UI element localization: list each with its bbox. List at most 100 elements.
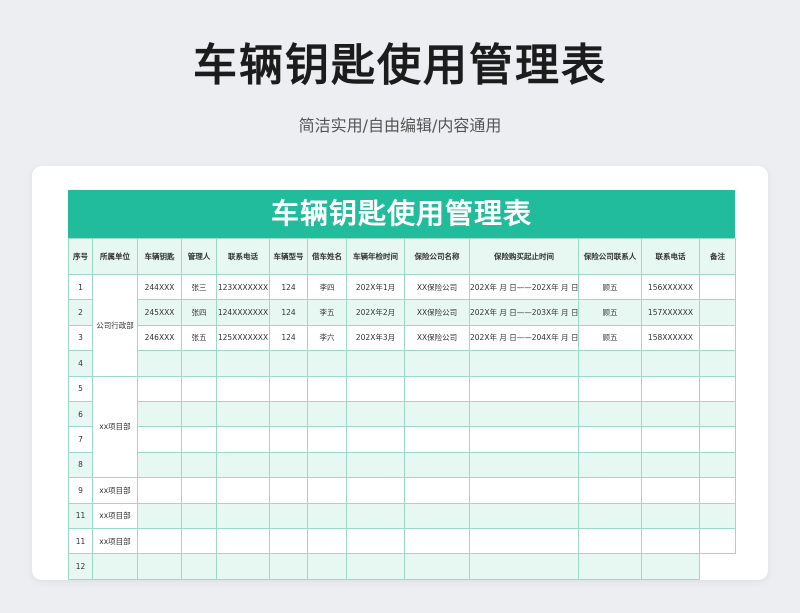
row-number-cell[interactable]: 9 — [68, 477, 93, 504]
table-cell[interactable] — [181, 553, 217, 580]
table-cell[interactable] — [181, 502, 217, 529]
table-cell[interactable] — [137, 375, 182, 402]
table-cell[interactable] — [181, 400, 217, 428]
table-cell[interactable]: 246XXX — [137, 324, 182, 352]
table-cell[interactable] — [216, 477, 270, 504]
table-cell[interactable]: 202X年2月 — [346, 299, 405, 326]
row-number-cell[interactable]: 11 — [68, 502, 93, 529]
table-cell[interactable] — [307, 502, 347, 529]
table-cell[interactable] — [216, 400, 270, 428]
row-number-cell[interactable]: 11 — [68, 527, 93, 555]
table-cell[interactable]: 202X年1月 — [346, 273, 405, 301]
table-cell[interactable]: XX保险公司 — [404, 299, 470, 326]
table-cell[interactable] — [469, 400, 579, 428]
table-cell[interactable]: 顾五 — [578, 324, 642, 352]
table-cell[interactable]: 124XXXXXXX — [216, 299, 270, 326]
table-cell[interactable] — [641, 502, 700, 529]
department-cell[interactable]: xx项目部 — [92, 502, 138, 529]
table-cell[interactable] — [269, 451, 308, 479]
row-number-cell[interactable]: 8 — [68, 451, 93, 479]
table-cell[interactable] — [469, 527, 579, 555]
table-cell[interactable] — [578, 400, 642, 428]
table-cell[interactable] — [404, 527, 470, 555]
table-cell[interactable] — [641, 451, 700, 479]
table-cell[interactable]: 124 — [269, 273, 308, 301]
table-cell[interactable] — [641, 477, 700, 504]
table-cell[interactable]: 202X年 月 日——203X年 月 日 — [469, 299, 579, 326]
table-cell[interactable] — [404, 451, 470, 479]
table-cell[interactable] — [469, 375, 579, 402]
table-cell[interactable] — [404, 502, 470, 529]
table-cell[interactable] — [269, 477, 308, 504]
table-cell[interactable] — [578, 553, 642, 580]
table-cell[interactable] — [641, 527, 700, 555]
table-cell[interactable] — [269, 527, 308, 555]
table-cell[interactable] — [307, 426, 347, 453]
table-cell[interactable] — [578, 350, 642, 377]
table-cell[interactable] — [269, 553, 308, 580]
table-cell[interactable] — [269, 426, 308, 453]
table-cell[interactable]: 156XXXXXX — [641, 273, 700, 301]
table-cell[interactable] — [269, 350, 308, 377]
table-cell[interactable]: 张四 — [181, 299, 217, 326]
table-cell[interactable] — [137, 502, 182, 529]
row-number-cell[interactable]: 6 — [68, 400, 93, 428]
table-cell[interactable]: 124 — [269, 324, 308, 352]
table-cell[interactable] — [181, 527, 217, 555]
table-cell[interactable] — [346, 553, 405, 580]
table-cell[interactable] — [469, 502, 579, 529]
table-cell[interactable] — [699, 451, 736, 479]
table-cell[interactable] — [216, 451, 270, 479]
row-number-cell[interactable]: 2 — [68, 299, 93, 326]
department-cell[interactable]: xx项目部 — [92, 527, 138, 555]
table-cell[interactable] — [269, 400, 308, 428]
table-cell[interactable]: 202X年 月 日——202X年 月 日 — [469, 273, 579, 301]
table-cell[interactable] — [137, 553, 182, 580]
table-cell[interactable]: 244XXX — [137, 273, 182, 301]
table-cell[interactable] — [346, 375, 405, 402]
table-cell[interactable] — [699, 350, 736, 377]
table-cell[interactable] — [346, 527, 405, 555]
row-number-cell[interactable]: 4 — [68, 350, 93, 377]
table-cell[interactable] — [578, 375, 642, 402]
table-cell[interactable] — [641, 400, 700, 428]
table-cell[interactable] — [641, 375, 700, 402]
table-cell[interactable] — [307, 400, 347, 428]
table-cell[interactable] — [469, 477, 579, 504]
table-cell[interactable]: 157XXXXXX — [641, 299, 700, 326]
table-cell[interactable]: 123XXXXXXX — [216, 273, 270, 301]
row-number-cell[interactable]: 3 — [68, 324, 93, 352]
table-cell[interactable] — [181, 375, 217, 402]
table-cell[interactable]: 张三 — [181, 273, 217, 301]
table-cell[interactable]: 顾五 — [578, 273, 642, 301]
table-cell[interactable] — [346, 350, 405, 377]
table-cell[interactable]: 158XXXXXX — [641, 324, 700, 352]
table-cell[interactable] — [307, 477, 347, 504]
row-number-cell[interactable]: 12 — [68, 553, 93, 580]
table-cell[interactable] — [469, 451, 579, 479]
table-cell[interactable] — [699, 273, 736, 301]
table-cell[interactable]: 李六 — [307, 324, 347, 352]
table-cell[interactable] — [137, 400, 182, 428]
table-cell[interactable] — [346, 451, 405, 479]
table-cell[interactable] — [699, 324, 736, 352]
table-cell[interactable] — [641, 350, 700, 377]
table-cell[interactable] — [181, 426, 217, 453]
table-cell[interactable]: 李五 — [307, 299, 347, 326]
table-cell[interactable] — [307, 451, 347, 479]
table-cell[interactable] — [578, 502, 642, 529]
table-cell[interactable] — [307, 553, 347, 580]
table-cell[interactable] — [216, 502, 270, 529]
table-cell[interactable] — [404, 477, 470, 504]
table-cell[interactable]: 张五 — [181, 324, 217, 352]
table-cell[interactable] — [216, 553, 270, 580]
table-cell[interactable] — [181, 451, 217, 479]
table-cell[interactable] — [181, 350, 217, 377]
table-cell[interactable] — [404, 426, 470, 453]
table-cell[interactable] — [578, 426, 642, 453]
table-cell[interactable] — [404, 375, 470, 402]
table-cell[interactable] — [346, 400, 405, 428]
table-cell[interactable] — [641, 553, 700, 580]
table-cell[interactable] — [307, 527, 347, 555]
table-cell[interactable] — [346, 502, 405, 529]
